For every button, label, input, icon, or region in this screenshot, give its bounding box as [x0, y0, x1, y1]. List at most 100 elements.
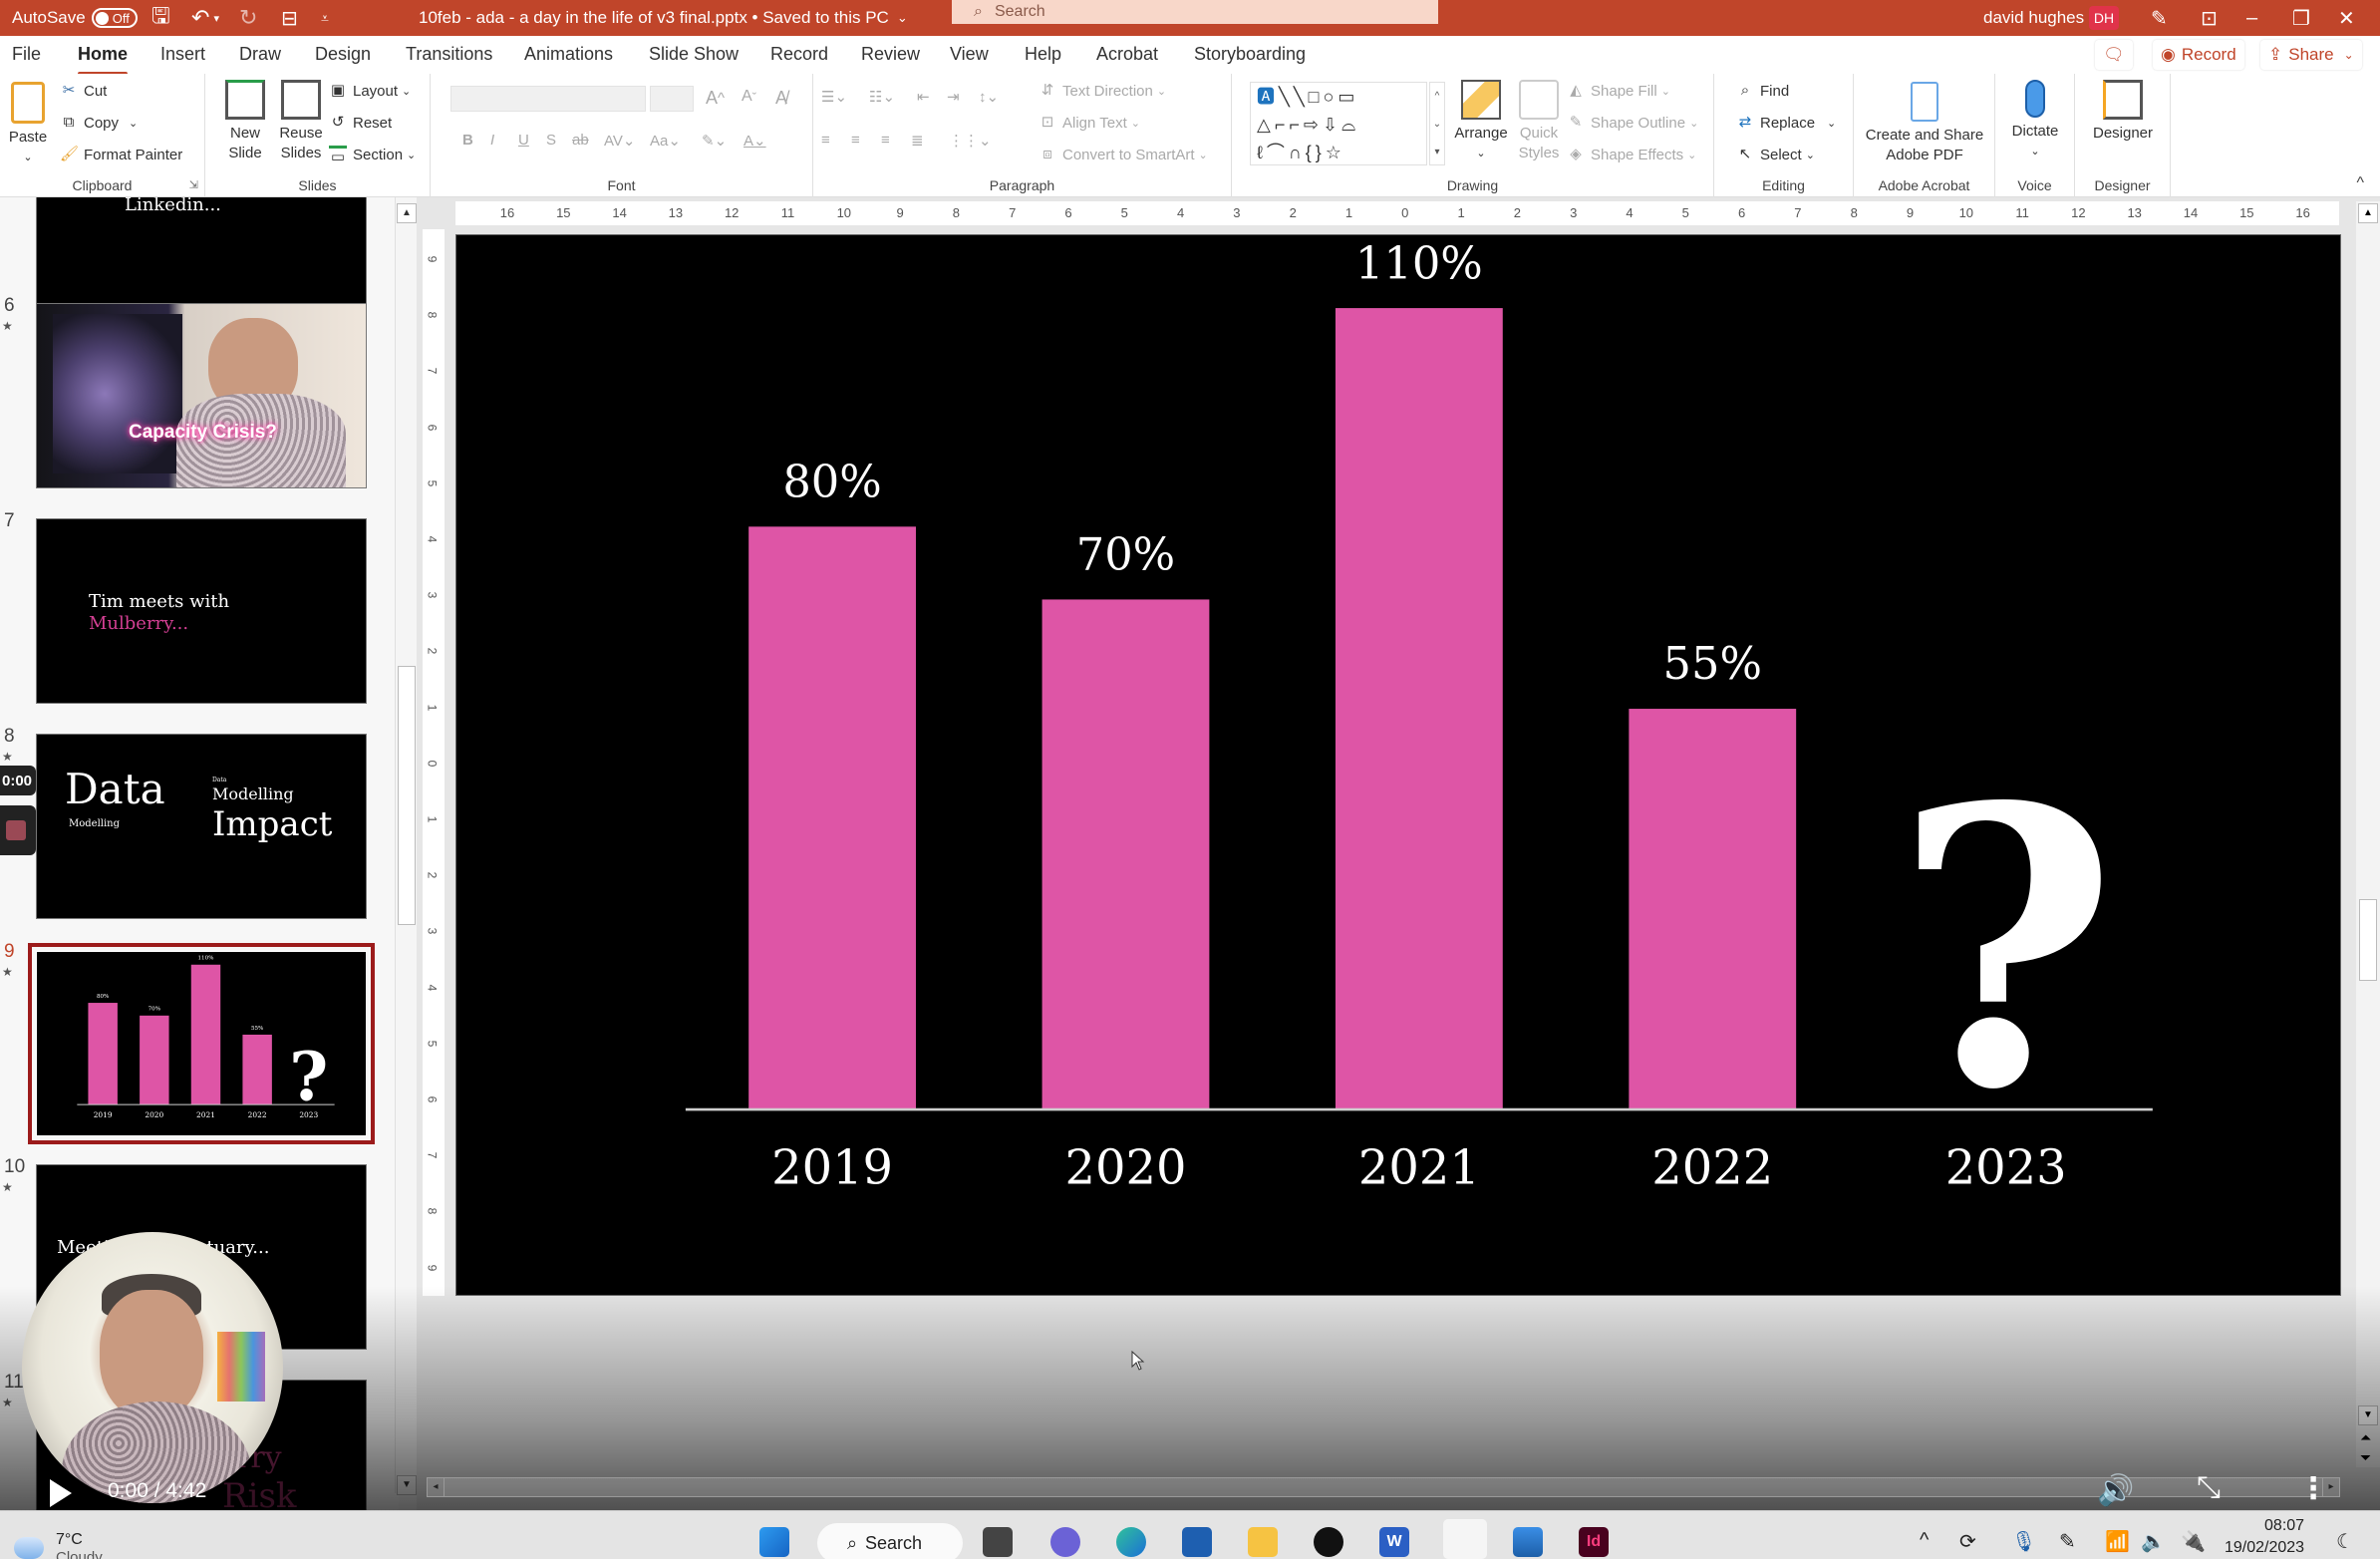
- more-options-icon[interactable]: ⋮: [2298, 1471, 2328, 1506]
- layout-button[interactable]: ▣ Layout ⌄: [329, 82, 411, 100]
- undo-icon[interactable]: ↶ ▾: [191, 0, 219, 36]
- autosave-toggle[interactable]: Off: [91, 8, 138, 28]
- gallery-scroll[interactable]: ^ ⌄ ▾: [1429, 82, 1445, 165]
- tab-storyboarding[interactable]: Storyboarding: [1194, 44, 1306, 72]
- show-hidden-icons[interactable]: ^: [1920, 1529, 1929, 1552]
- store-icon[interactable]: [1182, 1527, 1212, 1557]
- do-not-disturb-icon[interactable]: ☾: [2336, 1529, 2354, 1554]
- scrollbar-thumb[interactable]: [398, 666, 416, 925]
- tab-design[interactable]: Design: [315, 44, 371, 72]
- photos-icon[interactable]: [1513, 1527, 1543, 1557]
- increase-font-icon[interactable]: A ^: [706, 88, 725, 109]
- character-spacing-icon[interactable]: AV⌄: [604, 132, 635, 150]
- weather-widget[interactable]: 7°C Cloudy: [14, 1531, 103, 1559]
- font-size-input[interactable]: [650, 86, 694, 112]
- volume-icon[interactable]: 🔊: [2097, 1473, 2134, 1508]
- find-button[interactable]: ⌕ Find: [1736, 82, 1789, 100]
- slide-thumbnail-6[interactable]: Capacity Crisis?: [36, 303, 367, 488]
- slide-thumbnail-7[interactable]: Tim meets with Mulberry...: [36, 518, 367, 704]
- numbering-icon[interactable]: ☷⌄: [869, 88, 895, 106]
- bold-icon[interactable]: B: [462, 132, 473, 149]
- stop-recording-button[interactable]: [0, 805, 36, 855]
- pen-icon[interactable]: ✎: [2151, 0, 2191, 36]
- dialog-launcher-icon[interactable]: ⇲: [189, 178, 198, 191]
- replace-button[interactable]: ⇄ Replace ⌄: [1736, 114, 1837, 132]
- italic-icon[interactable]: I: [490, 132, 494, 149]
- text-direction-button[interactable]: ⇵ Text Direction ⌄: [1039, 82, 1166, 100]
- speaker-icon[interactable]: 🔈: [2141, 1529, 2166, 1554]
- arrange-button[interactable]: Arrange ⌄: [1453, 80, 1509, 163]
- convert-smartart-button[interactable]: ⧈ Convert to SmartArt ⌄: [1039, 146, 1208, 163]
- align-text-button[interactable]: ⊡ Align Text ⌄: [1039, 114, 1140, 132]
- font-color-icon[interactable]: A⌄: [744, 132, 766, 150]
- collapse-ribbon-icon[interactable]: ^: [2356, 174, 2364, 192]
- taskbar-search[interactable]: ⌕ Search: [817, 1523, 963, 1559]
- autosave[interactable]: AutoSave Off: [12, 0, 138, 36]
- share-button[interactable]: ⇪ Share ⌄: [2260, 40, 2362, 70]
- scroll-up-arrow[interactable]: ▲: [397, 203, 417, 223]
- font-name-input[interactable]: [450, 86, 646, 112]
- tab-help[interactable]: Help: [1025, 44, 1061, 72]
- tab-transitions[interactable]: Transitions: [406, 44, 492, 72]
- reset-button[interactable]: ↺ Reset: [329, 114, 392, 132]
- copy-button[interactable]: ⧉ Copy ⌄: [60, 114, 139, 132]
- close-button[interactable]: ✕: [2338, 0, 2378, 36]
- search-box[interactable]: ⌕ Search: [952, 0, 1438, 24]
- shadow-icon[interactable]: S: [546, 132, 556, 149]
- align-center-icon[interactable]: ≡: [851, 132, 860, 149]
- pen-icon[interactable]: ✎: [2059, 1529, 2076, 1554]
- paste-button[interactable]: Paste ⌄: [6, 82, 50, 167]
- create-share-pdf-button[interactable]: Create and Share Adobe PDF: [1860, 82, 1989, 165]
- underline-icon[interactable]: U: [518, 132, 529, 149]
- slide-thumbnail-9[interactable]: 80% 2019 70% 2020 110% 2021 55% 2022? 2023: [28, 943, 375, 1144]
- format-painter-button[interactable]: 🖌 Format Painter: [60, 146, 182, 163]
- ribbon-display-icon[interactable]: ⊡: [2201, 0, 2240, 36]
- shape-outline-button[interactable]: ✎ Shape Outline ⌄: [1567, 114, 1699, 132]
- tab-record[interactable]: Record: [770, 44, 828, 72]
- dictate-button[interactable]: Dictate ⌄: [2003, 80, 2067, 161]
- shape-effects-button[interactable]: ◈ Shape Effects ⌄: [1567, 146, 1696, 163]
- tab-file[interactable]: File: [12, 44, 41, 72]
- document-title[interactable]: 10feb - ada - a day in the life of v3 fi…: [419, 0, 908, 36]
- record-button[interactable]: ◉ Record: [2153, 40, 2244, 70]
- wifi-icon[interactable]: 📶: [2105, 1529, 2130, 1554]
- change-case-icon[interactable]: Aa⌄: [650, 132, 681, 150]
- task-view-icon[interactable]: [983, 1527, 1013, 1557]
- comments-button[interactable]: 🗨: [2095, 40, 2133, 70]
- shape-fill-button[interactable]: ◭ Shape Fill ⌄: [1567, 82, 1670, 100]
- redo-icon[interactable]: ↻: [239, 0, 257, 36]
- new-slide-button[interactable]: New Slide: [219, 80, 271, 163]
- user-name[interactable]: david hughes: [1983, 0, 2084, 36]
- quick-styles-button[interactable]: Quick Styles: [1513, 80, 1565, 163]
- align-right-icon[interactable]: ≡: [881, 132, 890, 149]
- reuse-slides-button[interactable]: Reuse Slides: [275, 80, 327, 163]
- customize-toolbar-icon[interactable]: ⩡: [321, 0, 329, 36]
- designer-button[interactable]: Designer: [2083, 80, 2163, 144]
- save-icon[interactable]: 🖫: [151, 0, 170, 36]
- decrease-font-icon[interactable]: Aˇ: [742, 88, 756, 106]
- restore-button[interactable]: ❐: [2292, 0, 2332, 36]
- minimize-button[interactable]: –: [2246, 0, 2286, 36]
- highlight-icon[interactable]: ✎⌄: [702, 132, 727, 150]
- bullets-icon[interactable]: ☰⌄: [821, 88, 847, 106]
- tiktok-icon[interactable]: [1314, 1527, 1343, 1557]
- tab-review[interactable]: Review: [861, 44, 920, 72]
- start-button[interactable]: [759, 1527, 789, 1557]
- section-button[interactable]: ▭ Section ⌄: [329, 146, 416, 165]
- horizontal-scrollbar[interactable]: ◂ ▸: [427, 1477, 2340, 1497]
- decrease-indent-icon[interactable]: ⇤: [917, 88, 930, 106]
- tab-home[interactable]: Home: [78, 44, 129, 76]
- increase-indent-icon[interactable]: ⇥: [947, 88, 960, 106]
- play-icon[interactable]: [50, 1479, 72, 1507]
- scrollbar-thumb[interactable]: [2359, 899, 2377, 981]
- select-button[interactable]: ↖ Select ⌄: [1736, 146, 1815, 163]
- present-from-start-icon[interactable]: ⊟: [281, 0, 298, 36]
- columns-icon[interactable]: ⋮⋮⌄: [949, 132, 992, 150]
- sync-icon[interactable]: ⟳: [1959, 1529, 1976, 1554]
- tab-draw[interactable]: Draw: [239, 44, 281, 72]
- word-icon[interactable]: W: [1379, 1527, 1409, 1557]
- edge-icon[interactable]: [1116, 1527, 1146, 1557]
- current-slide[interactable]: 80% 2019 70% 2020 110% 2021 55% 2022? 2023: [455, 234, 2341, 1296]
- scroll-up-arrow[interactable]: ▲: [2358, 203, 2378, 223]
- tab-slide-show[interactable]: Slide Show: [649, 44, 739, 72]
